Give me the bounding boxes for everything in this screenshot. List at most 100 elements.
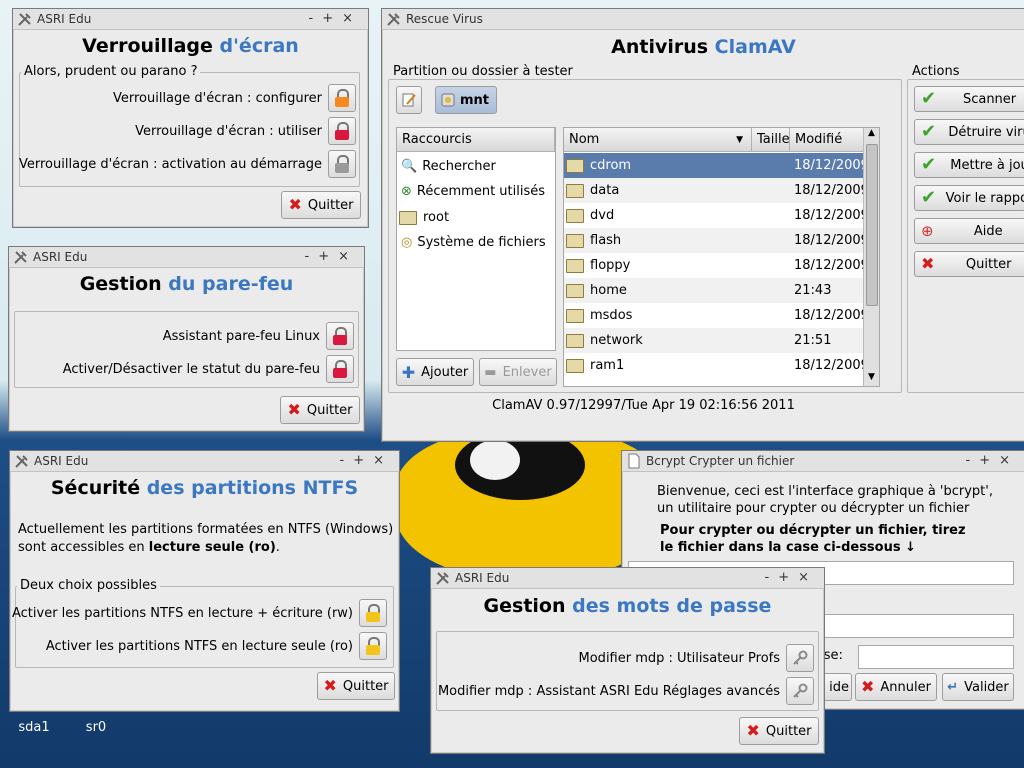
desktop-icon-sda1[interactable]: sda1 <box>14 720 54 735</box>
option-label: Verrouillage d'écran : activation au dém… <box>18 156 322 172</box>
minus-icon: ▬ <box>484 364 497 380</box>
places-item-recent[interactable]: ⊗ Récemment utilisés <box>397 179 545 204</box>
places-item-root[interactable]: root <box>397 205 449 230</box>
intro-text-1: Bienvenue, ceci est l'interface graphiqu… <box>657 484 993 499</box>
title-accent: des partitions NTFS <box>146 477 359 499</box>
lock-option-button[interactable] <box>328 117 356 145</box>
close-icon: ✖ <box>288 195 302 214</box>
quit-button[interactable]: ✖ Quitter <box>280 396 360 424</box>
file-row[interactable]: msdos 18/12/2009 <box>564 303 876 328</box>
action-button-3[interactable]: ✔ Voir le rappor <box>914 185 1024 211</box>
firewall-window: ASRI Edu -+× Gestion du pare-feu Assista… <box>8 246 365 432</box>
remove-bookmark-button[interactable]: ▬ Enlever <box>479 358 557 386</box>
path-button-mnt[interactable]: mnt <box>435 86 497 114</box>
titlebar[interactable]: ASRI Edu -+× <box>10 451 399 472</box>
password-field[interactable] <box>858 645 1014 669</box>
desktop-icon-sr0[interactable]: sr0 <box>78 720 114 735</box>
titlebar[interactable]: ASRI Edu -+× <box>9 247 364 268</box>
file-row[interactable]: dvd 18/12/2009 <box>564 203 876 228</box>
button-label: Scanner <box>962 91 1017 107</box>
column-label: Nom <box>569 132 600 147</box>
page-title: Gestion du pare-feu <box>9 273 364 295</box>
close-icon: ✖ <box>287 400 301 419</box>
file-path-field[interactable] <box>822 614 1014 638</box>
lock-icon <box>332 327 348 345</box>
button-label: Ajouter <box>421 364 469 380</box>
action-button-4[interactable]: ⊕ Aide <box>914 218 1024 244</box>
ntfs-option-button[interactable] <box>359 632 387 660</box>
button-label: Mettre à jou <box>950 157 1024 173</box>
add-bookmark-button[interactable]: ✚ Ajouter <box>396 358 474 386</box>
firewall-option-button[interactable] <box>326 355 354 383</box>
action-button-1[interactable]: ✔ Détruire viru <box>914 119 1024 145</box>
clamav-status: ClamAV 0.97/12997/Tue Apr 19 02:16:56 20… <box>492 398 795 413</box>
file-row[interactable]: home 21:43 <box>564 278 876 303</box>
button-label: Quitter <box>307 197 354 213</box>
button-label: Aide <box>973 223 1003 239</box>
window-controls[interactable]: -+× <box>765 570 818 585</box>
drive-icon: ◎ <box>401 235 413 250</box>
quit-button[interactable]: ✖ Quitter <box>281 191 361 219</box>
file-row[interactable]: flash 18/12/2009 <box>564 228 876 253</box>
folder-icon <box>566 158 584 173</box>
action-button-0[interactable]: ✔ Scanner <box>914 86 1024 112</box>
firewall-option-row: Assistant pare-feu Linux <box>163 322 354 350</box>
folder-icon <box>566 233 584 248</box>
window-controls[interactable]: -+× <box>309 11 362 26</box>
scrollbar-thumb[interactable] <box>866 144 878 306</box>
page-title: Sécurité des partitions NTFS <box>10 477 399 499</box>
help-button[interactable]: ide <box>822 673 852 701</box>
scroll-up-icon[interactable]: ▲ <box>864 128 879 142</box>
column-name[interactable]: Nom ▼ <box>564 128 752 152</box>
password-option-button[interactable] <box>786 677 814 705</box>
lock-option-button[interactable] <box>328 150 356 178</box>
lock-option-button[interactable] <box>328 84 356 112</box>
ntfs-option-button[interactable] <box>359 599 387 627</box>
window-title: ASRI Edu <box>33 250 88 264</box>
password-option-button[interactable] <box>786 644 814 672</box>
close-icon: ✖ <box>746 721 760 740</box>
firewall-option-button[interactable] <box>326 322 354 350</box>
file-row[interactable]: network 21:51 <box>564 328 876 353</box>
file-name: ram1 <box>590 358 625 373</box>
cancel-button[interactable]: ✖ Annuler <box>855 673 937 701</box>
quit-button[interactable]: ✖ Quitter <box>317 672 395 700</box>
ntfs-option-row: Activer les partitions NTFS en lecture +… <box>12 599 387 627</box>
window-controls[interactable]: -+× <box>340 453 393 468</box>
places-item-search[interactable]: 🔍 Rechercher <box>397 154 496 179</box>
scrollbar[interactable]: ▲ ▼ <box>863 128 879 386</box>
file-row[interactable]: data 18/12/2009 <box>564 178 876 203</box>
titlebar[interactable]: ASRI Edu -+× <box>13 9 368 30</box>
title-accent: ClamAV <box>714 36 796 58</box>
scroll-down-icon[interactable]: ▼ <box>864 372 879 386</box>
titlebar[interactable]: ASRI Edu -+× <box>431 568 824 589</box>
titlebar[interactable]: Bcrypt Crypter un fichier -+× <box>622 451 1024 472</box>
validate-button[interactable]: ↵ Valider <box>942 673 1014 701</box>
folder-icon <box>566 208 584 223</box>
places-item-filesystem[interactable]: ◎ Système de fichiers <box>397 230 546 255</box>
edit-path-button[interactable] <box>396 86 422 114</box>
file-row[interactable]: ram1 18/12/2009 <box>564 353 876 378</box>
action-button-2[interactable]: ✔ Mettre à jou <box>914 152 1024 178</box>
action-button-5[interactable]: ✖ Quitter <box>914 251 1024 277</box>
window-controls[interactable]: -+× <box>966 453 1019 468</box>
option-label: Modifier mdp : Assistant ASRI Edu Réglag… <box>437 683 780 699</box>
file-row[interactable]: floppy 18/12/2009 <box>564 253 876 278</box>
titlebar[interactable]: Rescue Virus <box>382 9 1024 30</box>
title-text: Antivirus <box>611 36 715 58</box>
folder-icon <box>566 308 584 323</box>
lock-icon <box>332 360 348 378</box>
password-option-row: Modifier mdp : Assistant ASRI Edu Réglag… <box>437 677 814 705</box>
pencil-icon <box>402 93 416 107</box>
places-header[interactable]: Raccourcis <box>397 128 555 152</box>
lock-icon <box>334 122 350 140</box>
lock-screen-window: ASRI Edu -+× Verrouillage d'écran Alors,… <box>12 8 369 228</box>
column-size[interactable]: Taille <box>752 128 790 152</box>
file-row[interactable]: cdrom 18/12/2009 <box>564 153 876 178</box>
search-icon: 🔍 <box>401 159 418 174</box>
quit-button[interactable]: ✖ Quitter <box>739 717 819 745</box>
path-label: mnt <box>460 92 490 108</box>
column-label: Taille <box>757 132 790 147</box>
window-controls[interactable]: -+× <box>305 249 358 264</box>
drive-icon <box>441 93 455 107</box>
